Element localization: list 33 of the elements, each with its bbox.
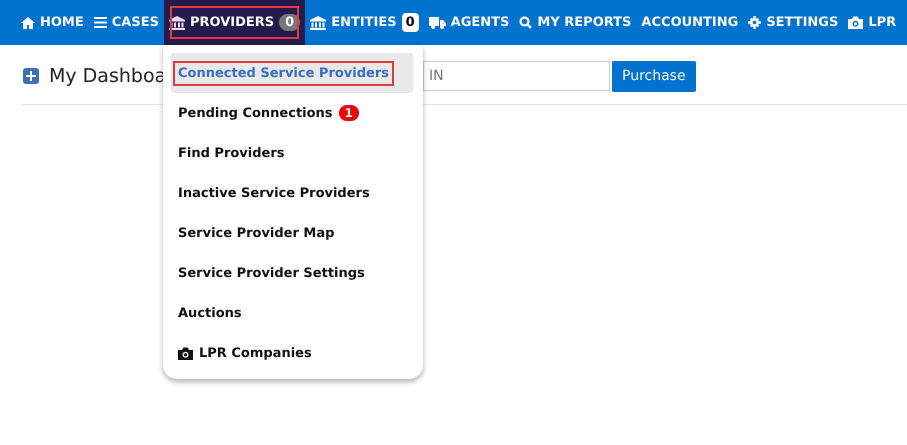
home-icon: [21, 16, 35, 28]
nav-tab[interactable]: SETTINGS: [743, 0, 844, 45]
count-badge: 0: [279, 14, 300, 31]
count-badge: 0: [402, 13, 419, 32]
truck-icon: [428, 16, 446, 28]
menu-icon: [94, 17, 107, 28]
nav-tab[interactable]: AGENTS: [424, 0, 514, 45]
nav-tab[interactable]: ACCOUNTING: [636, 0, 744, 45]
menu-item[interactable]: Service Provider Settings: [171, 253, 413, 293]
dashboard-title: My Dashboa: [49, 65, 166, 87]
menu-item[interactable]: LPR Companies: [171, 333, 413, 373]
camera-icon: [848, 16, 864, 29]
add-icon: [23, 68, 39, 84]
nav-tab[interactable]: CASES: [88, 0, 164, 45]
menu-item[interactable]: Service Provider Map: [171, 213, 413, 253]
vin-field[interactable]: IN: [423, 61, 610, 91]
search-icon: [519, 16, 532, 29]
nav-tab[interactable]: HOME: [16, 0, 89, 45]
menu-item[interactable]: Inactive Service Providers: [171, 173, 413, 213]
bank-icon: [310, 16, 326, 30]
settings-icon: [748, 16, 762, 29]
nav-tab[interactable]: ENTITIES 0: [305, 0, 424, 45]
menu-item[interactable]: Pending Connections 1: [171, 93, 413, 133]
camera-icon: [178, 346, 193, 360]
nav-tab[interactable]: LPR: [843, 0, 902, 45]
nav-tab[interactable]: MY REPORTS: [514, 0, 636, 45]
menu-item[interactable]: Auctions: [171, 293, 413, 333]
purchase-button[interactable]: Purchase: [612, 60, 696, 92]
bank-icon: [168, 16, 185, 30]
count-badge: 1: [338, 105, 359, 121]
menu-item[interactable]: Find Providers: [171, 133, 413, 173]
menu-item[interactable]: Connected Service Providers: [171, 53, 413, 93]
nav-tab[interactable]: PROVIDERS 0: [164, 0, 306, 45]
